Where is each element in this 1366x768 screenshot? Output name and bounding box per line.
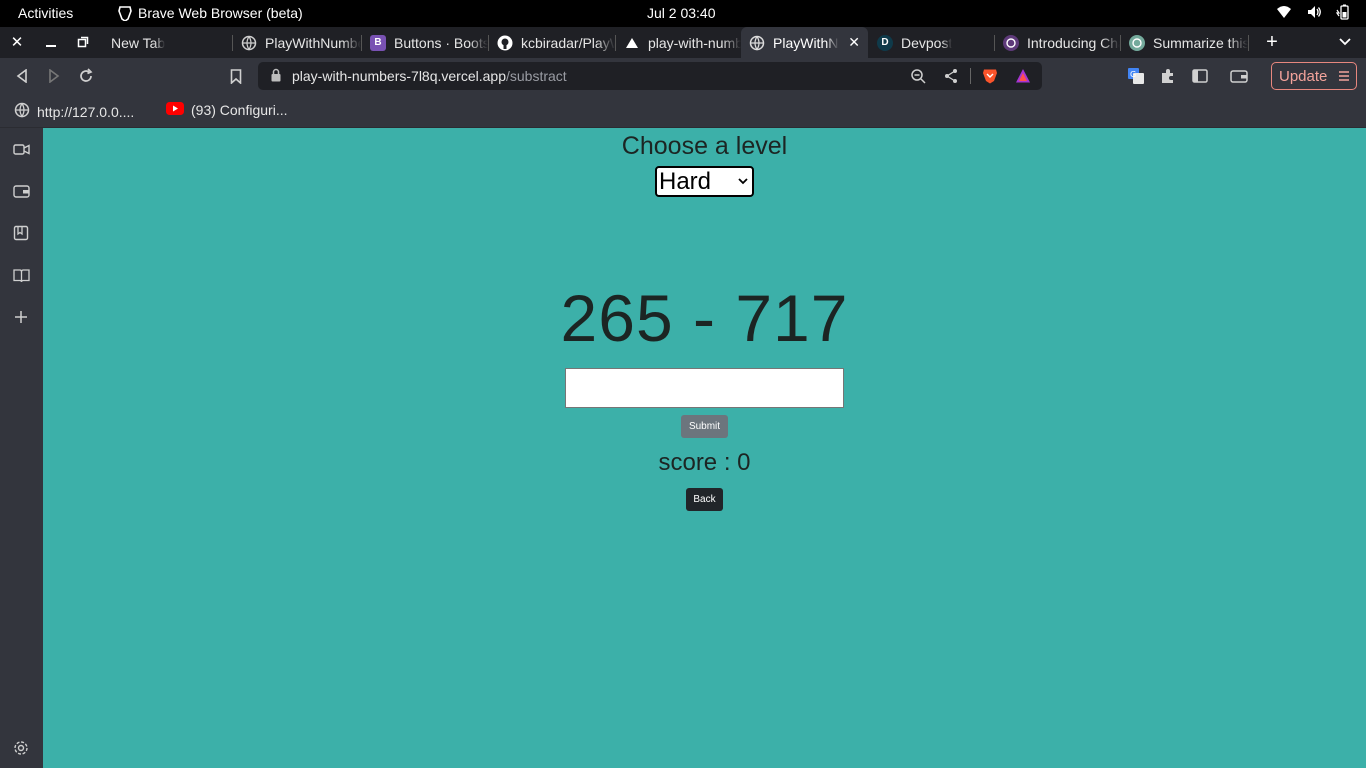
tab-new-tab[interactable]: New Tab xyxy=(103,27,231,58)
translate-icon[interactable]: G xyxy=(1127,67,1145,85)
bookmark-label: (93) Configuri... xyxy=(191,102,288,118)
url-host: play-with-numbers-7l8q.vercel.app xyxy=(292,68,506,84)
game-page: Choose a level Hard 265 - 717 Submit sco… xyxy=(43,128,1366,768)
brave-lion-icon xyxy=(118,5,132,21)
volume-icon xyxy=(1306,4,1322,20)
devpost-icon: D xyxy=(877,34,893,51)
youtube-icon xyxy=(166,102,184,118)
new-tab-plus-icon[interactable]: + xyxy=(1263,31,1281,53)
bootstrap-icon: B xyxy=(370,34,386,51)
hamburger-menu-icon xyxy=(1339,71,1349,81)
tab-title: New Tab xyxy=(111,34,166,51)
level-title: Choose a level xyxy=(621,132,788,160)
wifi-icon xyxy=(1276,4,1292,20)
update-label: Update xyxy=(1279,67,1328,85)
activities-button[interactable]: Activities xyxy=(18,5,73,21)
tab-list-chevron-icon[interactable] xyxy=(1336,33,1354,51)
address-bar[interactable]: play-with-numbers-7l8q.vercel.app/substr… xyxy=(258,62,1042,90)
tab-playwithnumbers-active[interactable]: PlayWithNumbers ✕ xyxy=(741,27,868,58)
update-button[interactable]: Update xyxy=(1271,62,1357,90)
reading-list-icon[interactable] xyxy=(12,266,30,284)
tab-title: Buttons · Bootstrap xyxy=(394,34,488,51)
app-name: Brave Web Browser (beta) xyxy=(138,5,303,21)
level-select[interactable]: Hard xyxy=(655,166,754,197)
window-minimize-icon[interactable] xyxy=(42,33,60,51)
window-restore-icon[interactable] xyxy=(74,33,92,51)
clock[interactable]: Jul 2 03:40 xyxy=(647,5,716,21)
share-icon[interactable] xyxy=(943,68,959,84)
extensions-puzzle-icon[interactable] xyxy=(1159,67,1177,85)
tab-title: Introducing ChatGPT xyxy=(1027,34,1120,51)
github-icon xyxy=(497,35,513,51)
url-text: play-with-numbers-7l8q.vercel.app/substr… xyxy=(292,68,567,84)
svg-text:G: G xyxy=(1130,70,1136,79)
bookmarks-panel-icon[interactable] xyxy=(12,224,30,242)
openai-icon xyxy=(1003,34,1019,51)
forward-arrow-icon[interactable] xyxy=(45,67,63,85)
tab-title: PlayWithNumbers xyxy=(773,34,839,51)
submit-button[interactable]: Submit xyxy=(681,415,728,438)
back-button[interactable]: Back xyxy=(686,488,723,511)
globe-icon xyxy=(241,35,257,51)
system-top-bar: Activities Brave Web Browser (beta) Jul … xyxy=(0,0,1366,27)
bookmarks-bar: http://127.0.0.... (93) Configuri... xyxy=(0,94,1366,128)
score-display: score : 0 xyxy=(658,449,751,476)
bookmark-localhost[interactable]: http://127.0.0.... xyxy=(14,102,134,121)
tab-introducing-chatgpt[interactable]: Introducing ChatGPT xyxy=(995,27,1120,58)
globe-icon xyxy=(14,102,30,121)
answer-input[interactable] xyxy=(565,368,844,408)
tab-title: Devpost xyxy=(901,34,953,51)
window-close-icon[interactable]: ✕ xyxy=(8,33,26,51)
settings-gear-icon[interactable] xyxy=(12,739,30,757)
app-menu[interactable]: Brave Web Browser (beta) xyxy=(118,5,303,21)
tab-title: PlayWithNumbers xyxy=(265,34,361,51)
tab-bootstrap-buttons[interactable]: B Buttons · Bootstrap xyxy=(362,27,488,58)
battery-icon xyxy=(1335,4,1352,20)
navigation-toolbar: play-with-numbers-7l8q.vercel.app/substr… xyxy=(0,58,1366,94)
tab-close-icon[interactable]: ✕ xyxy=(848,34,860,51)
wallet-icon[interactable] xyxy=(1230,67,1248,85)
system-tray[interactable] xyxy=(1276,4,1352,20)
globe-icon xyxy=(749,35,765,51)
back-arrow-icon[interactable] xyxy=(13,67,31,85)
tab-vercel[interactable]: play-with-numbers xyxy=(616,27,741,58)
brave-shields-icon[interactable] xyxy=(982,68,998,84)
math-problem: 265 - 717 xyxy=(560,281,849,355)
tab-title: play-with-numbers xyxy=(648,34,741,51)
bookmark-icon[interactable] xyxy=(227,67,245,85)
vercel-icon xyxy=(624,35,640,51)
video-call-icon[interactable] xyxy=(12,140,30,158)
tab-playwithnumbers[interactable]: PlayWithNumbers xyxy=(233,27,361,58)
chatgpt-icon xyxy=(1129,34,1145,51)
brave-rewards-icon[interactable] xyxy=(1015,68,1031,84)
tab-strip: ✕ New Tab PlayWithNumbers B Buttons · Bo… xyxy=(0,27,1366,58)
tab-github-repo[interactable]: kcbiradar/PlayWithNumbers xyxy=(489,27,615,58)
lock-icon xyxy=(271,68,281,82)
bookmark-label: http://127.0.0.... xyxy=(37,103,135,120)
bookmark-youtube[interactable]: (93) Configuri... xyxy=(166,102,287,118)
zoom-icon[interactable] xyxy=(910,68,926,84)
browser-sidebar xyxy=(0,128,43,768)
url-path: /substract xyxy=(506,68,567,84)
add-panel-plus-icon[interactable] xyxy=(12,308,30,326)
sidebar-toggle-icon[interactable] xyxy=(1191,67,1209,85)
wallet-icon[interactable] xyxy=(12,182,30,200)
reload-icon[interactable] xyxy=(77,67,95,85)
tab-title: Summarize this xyxy=(1153,34,1248,51)
tab-title: kcbiradar/PlayWithNumbers xyxy=(521,34,615,51)
tab-summarize[interactable]: Summarize this xyxy=(1121,27,1248,58)
tab-devpost[interactable]: D Devpost xyxy=(869,27,993,58)
